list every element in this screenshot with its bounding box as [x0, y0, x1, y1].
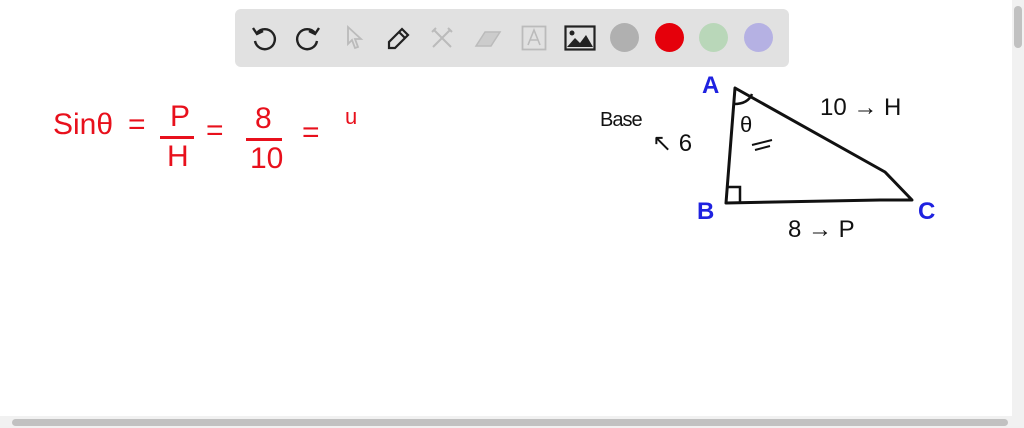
vertex-b-label: B [697, 198, 715, 225]
horizontal-scroll-thumb[interactable] [12, 419, 1008, 426]
vertex-a-label: A [702, 72, 720, 99]
angle-theta-label: θ [740, 112, 753, 137]
hypotenuse-label: 10 → H [820, 94, 902, 121]
vertical-scrollbar[interactable] [1012, 0, 1024, 416]
vertical-scroll-thumb[interactable] [1014, 6, 1022, 48]
vertex-c-label: C [918, 198, 936, 225]
horizontal-scrollbar[interactable] [0, 416, 1024, 428]
base-word: Base [600, 109, 643, 131]
triangle-drawing [724, 86, 914, 205]
perpendicular-label: 8 → P [788, 216, 855, 243]
base-side-label: ↖ 6 [652, 130, 693, 157]
